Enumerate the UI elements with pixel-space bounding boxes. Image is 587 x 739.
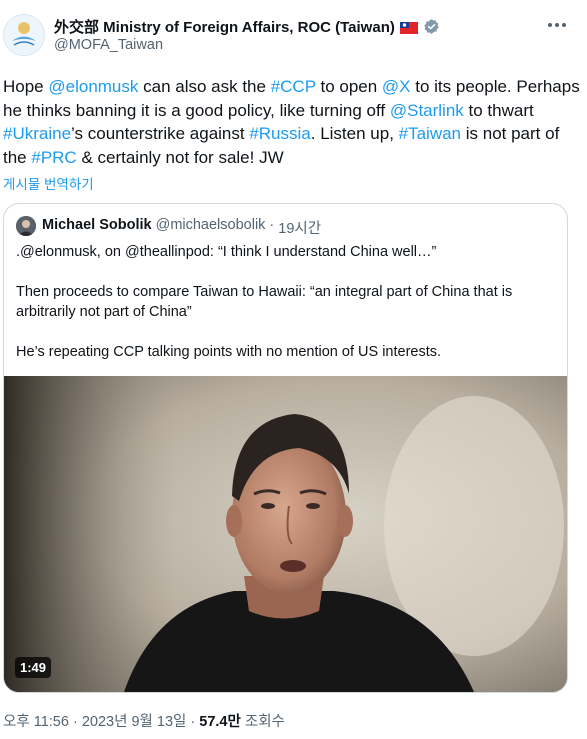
footer-separator: · (72, 714, 78, 730)
tweet-text-segment: Hope (3, 77, 49, 96)
tweet-text-segment: can also ask the (138, 77, 271, 96)
mofa-logo-icon (4, 15, 44, 55)
quote-author-handle[interactable]: @michaelsobolik (156, 217, 266, 238)
tweet-text-segment: . Listen up, (310, 124, 399, 143)
translate-post-link[interactable]: 게시물 번역하기 (3, 173, 94, 193)
tweet-text: Hope @elonmusk can also ask the #CCP to … (3, 75, 585, 169)
quote-author-name[interactable]: Michael Sobolik (42, 217, 152, 238)
tweet-footer: 오후 11:56 · 2023년 9월 13일 · 57.4만 조회수 (3, 710, 285, 731)
display-name[interactable]: 外交部 Ministry of Foreign Affairs, ROC (Ta… (54, 16, 395, 37)
quoted-tweet[interactable]: Michael Sobolik @michaelsobolik · 19시간 .… (3, 203, 568, 693)
tweet-text-segment: to thwart (463, 100, 534, 120)
avatar[interactable] (3, 14, 45, 56)
mention-link[interactable]: @elonmusk (48, 77, 138, 96)
quote-separator: · (269, 217, 275, 233)
quote-paragraph: Then proceeds to compare Taiwan to Hawai… (16, 284, 513, 320)
tweet-text-segment: & certainly not for sale! JW (76, 147, 284, 167)
hashtag-link[interactable]: #Taiwan (399, 124, 461, 143)
post-date[interactable]: 2023년 9월 13일 (82, 714, 187, 730)
hashtag-link[interactable]: #PRC (31, 148, 76, 167)
hashtag-link[interactable]: #Russia (249, 124, 310, 143)
author-name-row[interactable]: 外交部 Ministry of Foreign Affairs, ROC (Ta… (54, 16, 440, 37)
tweet-header: 外交部 Ministry of Foreign Affairs, ROC (Ta… (0, 0, 587, 60)
quote-time[interactable]: 19시간 (278, 217, 321, 238)
quote-avatar[interactable] (16, 216, 36, 236)
video-duration: 1:49 (15, 657, 52, 678)
views-label: 조회수 (244, 714, 285, 730)
quote-header: Michael Sobolik @michaelsobolik · 19시간 (42, 217, 321, 238)
hashtag-link[interactable]: #Ukraine (3, 124, 71, 143)
quote-text: .@elonmusk, on @theallinpod: “I think I … (16, 242, 556, 362)
footer-separator: · (190, 714, 196, 730)
more-options-icon[interactable] (544, 12, 570, 38)
mention-link[interactable]: @Starlink (390, 101, 464, 120)
tweet-text-segment: ’s counterstrike against (71, 124, 250, 143)
quote-paragraph: He’s repeating CCP talking points with n… (16, 344, 442, 360)
video-player[interactable]: 1:49 (4, 376, 567, 692)
verified-badge-icon[interactable] (423, 18, 440, 35)
tweet-text-segment: to open (315, 77, 382, 96)
author-handle[interactable]: @MOFA_Taiwan (54, 37, 163, 53)
taiwan-flag-icon (399, 21, 418, 34)
view-count: 57.4만 (199, 714, 241, 730)
hashtag-link[interactable]: #CCP (271, 77, 316, 96)
quote-paragraph: .@elonmusk, on @theallinpod: “I think I … (16, 244, 437, 260)
mention-link[interactable]: @X (382, 77, 411, 96)
video-thumbnail (4, 376, 567, 692)
post-time[interactable]: 오후 11:56 (3, 714, 69, 730)
